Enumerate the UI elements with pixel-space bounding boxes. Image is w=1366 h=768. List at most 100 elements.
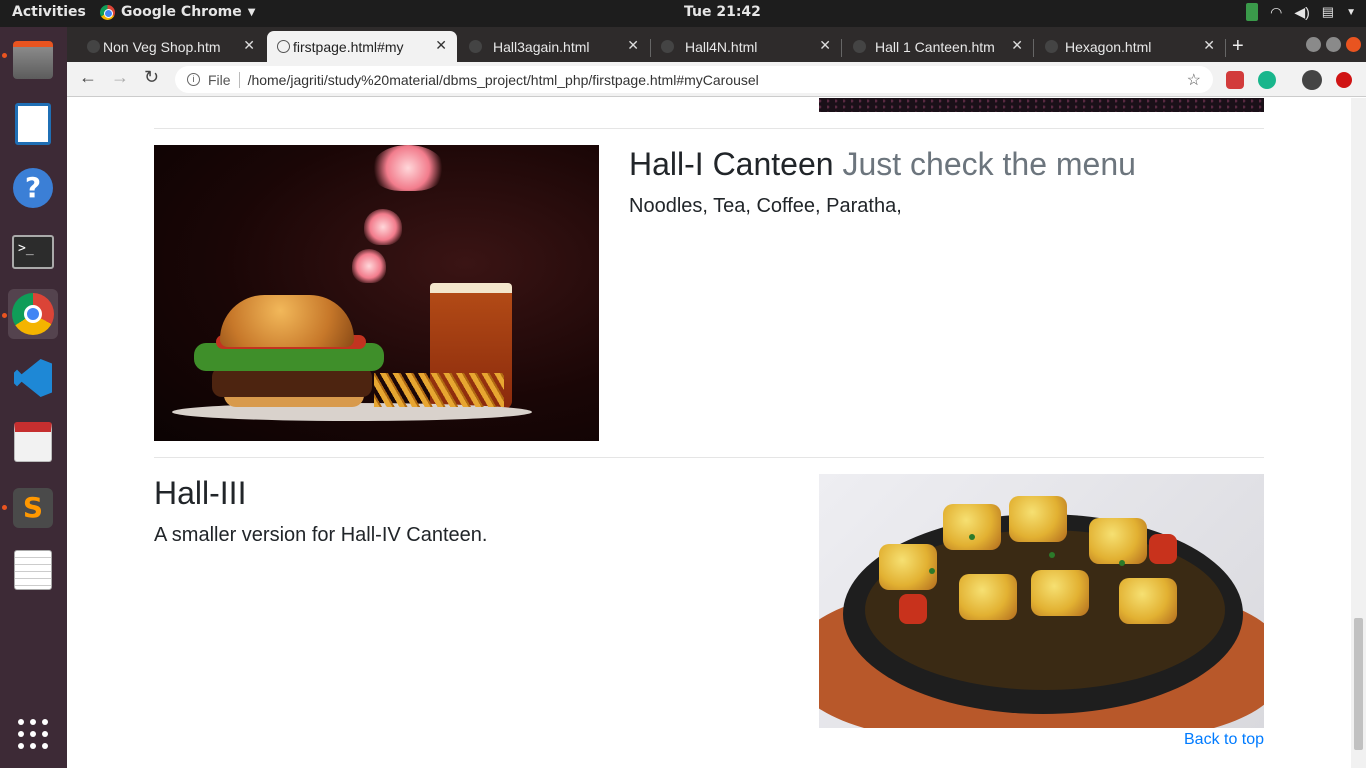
sublime-text-icon[interactable]: S bbox=[8, 483, 58, 533]
reload-button[interactable]: ↻ bbox=[144, 67, 159, 88]
wifi-icon: ◠ bbox=[1270, 3, 1283, 20]
page-favicon-icon bbox=[87, 40, 100, 53]
herb-shape bbox=[929, 568, 935, 574]
extension-icon[interactable] bbox=[1226, 71, 1244, 89]
url-text[interactable]: /home/jagriti/study%20material/dbms_proj… bbox=[248, 72, 759, 88]
lamp-shape bbox=[352, 249, 386, 283]
paneer-piece-shape bbox=[959, 574, 1017, 620]
tab-hall-1-canteen[interactable]: Hall 1 Canteen.htm ✕ bbox=[843, 31, 1033, 62]
herb-shape bbox=[1049, 552, 1055, 558]
app-menu-label: Google Chrome bbox=[121, 4, 242, 20]
close-tab-icon[interactable]: ✕ bbox=[819, 37, 831, 54]
previous-featurette-image bbox=[819, 98, 1264, 112]
document-viewer-icon[interactable] bbox=[8, 417, 58, 467]
chrome-icon bbox=[100, 4, 115, 20]
section2-lead: A smaller version for Hall-IV Canteen. bbox=[154, 524, 488, 546]
tab-label: firstpage.html#my bbox=[293, 38, 404, 55]
info-icon[interactable]: i bbox=[187, 73, 200, 86]
herb-shape bbox=[1119, 560, 1125, 566]
files-icon[interactable] bbox=[8, 35, 58, 85]
section1-lead: Noodles, Tea, Coffee, Paratha, bbox=[629, 195, 902, 217]
globe-icon bbox=[277, 40, 290, 53]
tab-non-veg-shop[interactable]: Non Veg Shop.htm ✕ bbox=[77, 31, 265, 62]
page-favicon-icon bbox=[661, 40, 674, 53]
help-icon[interactable]: ? bbox=[8, 163, 58, 213]
section1-title: Hall-I Canteen bbox=[629, 146, 834, 182]
dock: ? >_ S bbox=[0, 27, 67, 768]
page-scrollbar[interactable] bbox=[1351, 98, 1366, 768]
volume-icon: ◀) bbox=[1294, 3, 1310, 20]
tab-firstpage[interactable]: firstpage.html#my ✕ bbox=[267, 31, 457, 62]
close-tab-icon[interactable]: ✕ bbox=[243, 37, 255, 54]
paneer-piece-shape bbox=[879, 544, 937, 590]
back-to-top-link[interactable]: Back to top bbox=[1184, 731, 1264, 749]
clipboard-icon: ▤ bbox=[1321, 4, 1335, 19]
activities-button[interactable]: Activities bbox=[12, 4, 86, 20]
bookmark-star-icon[interactable]: ☆ bbox=[1187, 70, 1201, 90]
tab-hall4n[interactable]: Hall4N.html ✕ bbox=[651, 31, 841, 62]
page-favicon-icon bbox=[1045, 40, 1058, 53]
tab-hall3again[interactable]: Hall3again.html ✕ bbox=[459, 31, 649, 62]
update-icon[interactable] bbox=[1336, 72, 1352, 88]
patty-shape bbox=[212, 367, 372, 397]
profile-avatar[interactable] bbox=[1302, 70, 1322, 90]
paneer-piece-shape bbox=[1089, 518, 1147, 564]
fries-shape bbox=[374, 373, 504, 407]
tab-label: Hexagon.html bbox=[1065, 38, 1152, 55]
tab-label: Hall 1 Canteen.htm bbox=[875, 38, 995, 55]
section1-subtitle: Just check the menu bbox=[842, 146, 1136, 182]
section1-heading: Hall-I Canteen Just check the menu bbox=[629, 146, 1136, 183]
paneer-piece-shape bbox=[1031, 570, 1089, 616]
app-menu[interactable]: Google Chrome ▼ bbox=[100, 4, 255, 20]
minimize-window-button[interactable] bbox=[1306, 37, 1321, 52]
paneer-piece-shape bbox=[1119, 578, 1177, 624]
terminal-icon[interactable]: >_ bbox=[8, 227, 58, 277]
grammarly-icon[interactable] bbox=[1258, 71, 1276, 89]
battery-status-icon bbox=[1246, 3, 1259, 21]
close-tab-icon[interactable]: ✕ bbox=[1011, 37, 1023, 54]
paneer-tikka-image bbox=[819, 474, 1264, 728]
featurette-divider bbox=[154, 457, 1264, 458]
text-editor-icon[interactable] bbox=[8, 545, 58, 595]
address-bar[interactable]: i File /home/jagriti/study%20material/db… bbox=[175, 66, 1213, 93]
libreoffice-writer-icon[interactable] bbox=[8, 99, 58, 149]
tab-label: Hall3again.html bbox=[493, 38, 590, 55]
page-favicon-icon bbox=[853, 40, 866, 53]
url-scheme-label: File bbox=[208, 71, 231, 88]
power-menu-icon: ▼ bbox=[1346, 6, 1356, 18]
tab-strip: Non Veg Shop.htm ✕ firstpage.html#my ✕ H… bbox=[67, 27, 1366, 62]
close-window-button[interactable] bbox=[1346, 37, 1361, 52]
close-tab-icon[interactable]: ✕ bbox=[435, 37, 447, 54]
tab-label: Non Veg Shop.htm bbox=[103, 38, 221, 55]
pepper-shape bbox=[1149, 534, 1177, 564]
system-tray[interactable]: ◠ ◀) ▤ ▼ bbox=[1246, 3, 1356, 21]
new-tab-button[interactable]: + bbox=[1232, 35, 1244, 58]
herb-shape bbox=[969, 534, 975, 540]
section2-heading: Hall-III bbox=[154, 475, 247, 511]
running-indicator bbox=[2, 505, 7, 510]
maximize-window-button[interactable] bbox=[1326, 37, 1341, 52]
clock[interactable]: Tue 21:42 bbox=[684, 4, 761, 20]
bun-top-shape bbox=[220, 295, 354, 347]
pepper-shape bbox=[899, 594, 927, 624]
running-indicator bbox=[2, 313, 7, 318]
tab-hexagon[interactable]: Hexagon.html ✕ bbox=[1035, 31, 1225, 62]
page-favicon-icon bbox=[469, 40, 482, 53]
browser-toolbar: ← → ↻ i File /home/jagriti/study%20mater… bbox=[67, 62, 1366, 97]
back-button[interactable]: ← bbox=[79, 67, 97, 88]
vscode-icon[interactable] bbox=[8, 353, 58, 403]
lamp-shape bbox=[364, 209, 402, 245]
chevron-down-icon: ▼ bbox=[247, 6, 256, 18]
close-tab-icon[interactable]: ✕ bbox=[1203, 37, 1215, 54]
page-content: Hall-I Canteen Just check the menu Noodl… bbox=[67, 98, 1351, 768]
close-tab-icon[interactable]: ✕ bbox=[627, 37, 639, 54]
scrollbar-thumb[interactable] bbox=[1354, 618, 1363, 750]
tab-label: Hall4N.html bbox=[685, 38, 758, 55]
running-indicator bbox=[2, 53, 7, 58]
system-top-bar: Activities Google Chrome ▼ Tue 21:42 ◠ ◀… bbox=[0, 0, 1366, 27]
chrome-icon[interactable] bbox=[8, 289, 58, 339]
show-applications-icon[interactable] bbox=[18, 719, 48, 749]
forward-button[interactable]: → bbox=[111, 67, 129, 88]
burger-image bbox=[154, 145, 599, 441]
lamp-shape bbox=[372, 145, 444, 191]
